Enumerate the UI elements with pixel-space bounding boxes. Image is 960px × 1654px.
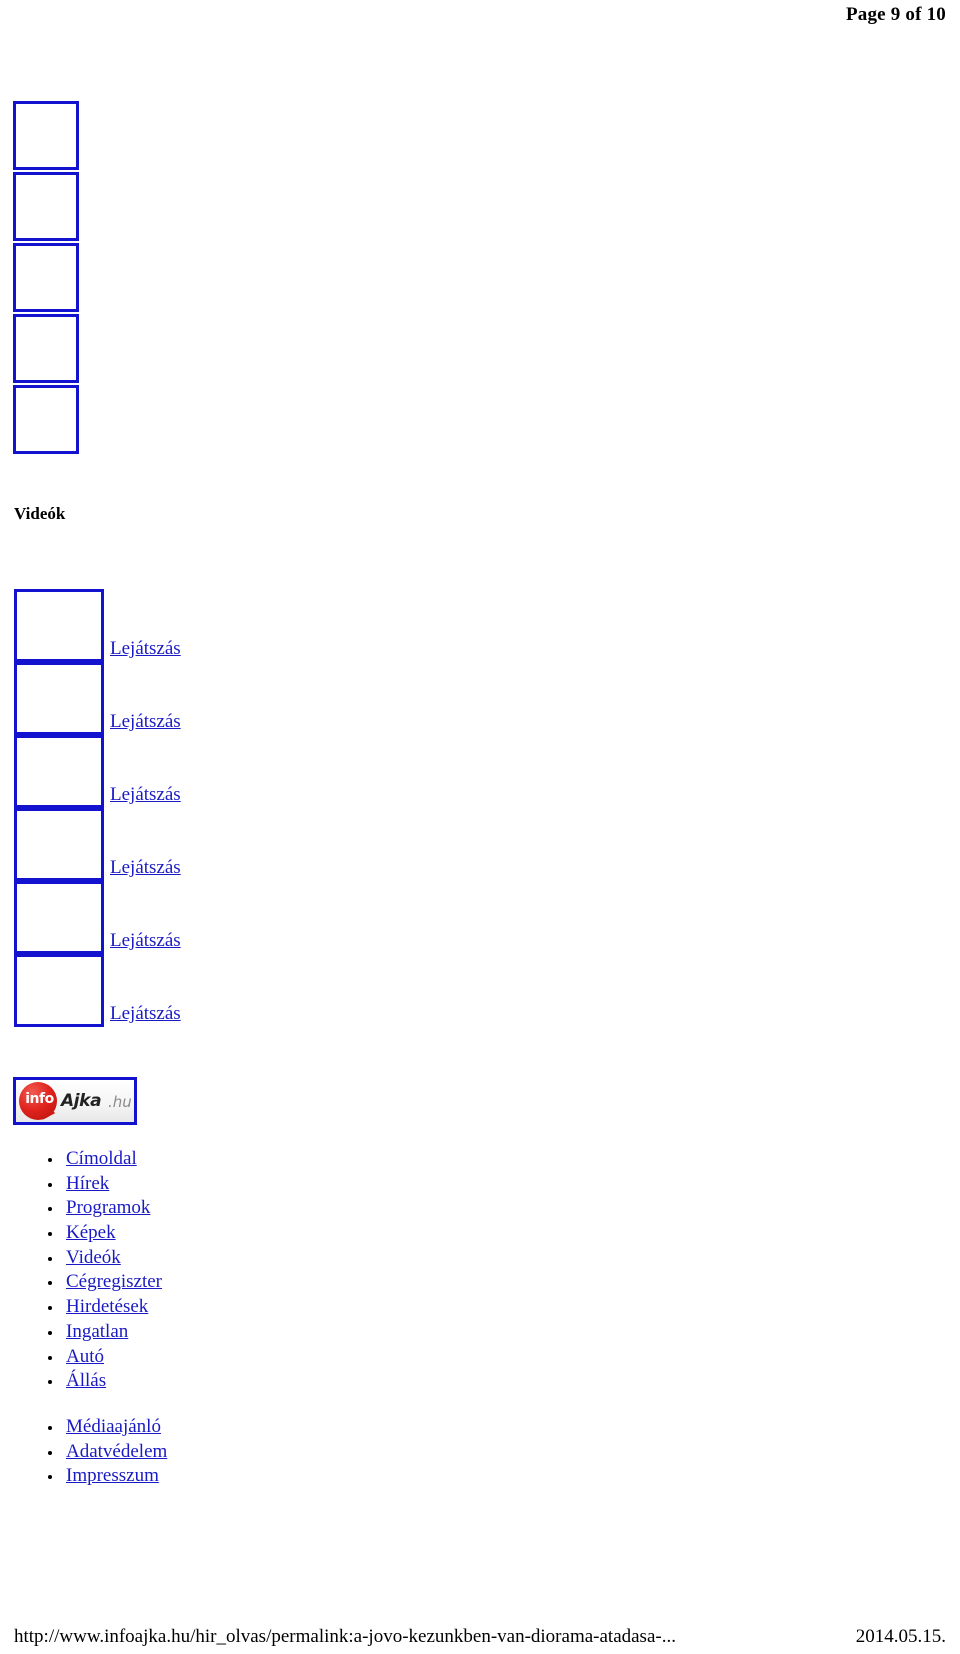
nav-auto[interactable]: Autó — [66, 1346, 104, 1367]
video-thumbnail[interactable] — [14, 954, 104, 1027]
video-play-link[interactable]: Lejátszás — [110, 930, 181, 952]
nav-impresszum[interactable]: Impresszum — [66, 1465, 159, 1486]
video-thumbnail[interactable] — [14, 662, 104, 735]
footer-print-date: 2014.05.15. — [855, 1626, 946, 1647]
primary-navigation: Címoldal Hírek Programok Képek Videók Cégregi… — [48, 1147, 162, 1394]
nav-hirdetesek[interactable]: Hirdetések — [66, 1296, 148, 1317]
logo-tld-text: .hu — [108, 1093, 132, 1111]
news-photo-thumbnail[interactable] — [13, 385, 79, 454]
videos-section-heading: Videók — [14, 504, 66, 523]
nav-videok-item: Videók — [48, 1246, 162, 1271]
video-thumbnail[interactable] — [14, 589, 104, 662]
video-list-item: Lejátszás — [14, 954, 314, 1027]
news-photo-thumbnail[interactable] — [13, 314, 79, 383]
nav-adatvedelem-item: Adatvédelem — [48, 1440, 167, 1465]
video-list: Lejátszás Lejátszás Lejátszás Lejátszás Lejá… — [14, 589, 314, 1027]
video-play-link[interactable]: Lejátszás — [110, 1003, 181, 1025]
video-play-link[interactable]: Lejátszás — [110, 784, 181, 806]
nav-ingatlan-item: Ingatlan — [48, 1320, 162, 1345]
page-indicator: Page 9 of 10 — [845, 4, 946, 25]
page-footer: http://www.infoajka.hu/hir_olvas/permali… — [0, 1626, 960, 1648]
news-photo-thumbnail[interactable] — [13, 101, 79, 170]
logo-info-text: info — [25, 1091, 54, 1107]
video-list-item: Lejátszás — [14, 589, 314, 662]
video-list-item: Lejátszás — [14, 735, 314, 808]
nav-cimoldal[interactable]: Címoldal — [66, 1148, 137, 1169]
nav-mediaajanlo-item: Médiaajánló — [48, 1415, 167, 1440]
nav-impresszum-item: Impresszum — [48, 1464, 167, 1489]
video-play-link[interactable]: Lejátszás — [110, 711, 181, 733]
nav-hirek-item: Hírek — [48, 1172, 162, 1197]
video-thumbnail[interactable] — [14, 881, 104, 954]
video-thumbnail[interactable] — [14, 735, 104, 808]
nav-mediaajanlo[interactable]: Médiaajánló — [66, 1416, 161, 1437]
video-list-item: Lejátszás — [14, 808, 314, 881]
nav-hirdetesek-item: Hirdetések — [48, 1295, 162, 1320]
nav-kepek-item: Képek — [48, 1221, 162, 1246]
nav-auto-item: Autó — [48, 1345, 162, 1370]
nav-programok-item: Programok — [48, 1196, 162, 1221]
nav-cegregiszter[interactable]: Cégregiszter — [66, 1271, 162, 1292]
nav-adatvedelem[interactable]: Adatvédelem — [66, 1441, 167, 1462]
nav-videok[interactable]: Videók — [66, 1247, 121, 1268]
video-play-link[interactable]: Lejátszás — [110, 638, 181, 660]
news-photo-thumbnail[interactable] — [13, 243, 79, 312]
nav-allas[interactable]: Állás — [66, 1370, 106, 1391]
nav-cegregiszter-item: Cégregiszter — [48, 1270, 162, 1295]
nav-hirek[interactable]: Hírek — [66, 1173, 109, 1194]
footer-source-url: http://www.infoajka.hu/hir_olvas/permali… — [14, 1626, 676, 1647]
nav-kepek[interactable]: Képek — [66, 1222, 116, 1243]
secondary-navigation: Médiaajánló Adatvédelem Impresszum — [48, 1415, 167, 1489]
video-list-item: Lejátszás — [14, 662, 314, 735]
nav-programok[interactable]: Programok — [66, 1197, 150, 1218]
news-photo-thumbnail[interactable] — [13, 172, 79, 241]
news-photo-thumbnail-strip — [13, 101, 79, 456]
video-thumbnail[interactable] — [14, 808, 104, 881]
video-list-item: Lejátszás — [14, 881, 314, 954]
video-play-link[interactable]: Lejátszás — [110, 857, 181, 879]
nav-cimoldal-item: Címoldal — [48, 1147, 162, 1172]
logo-site-text: Ajka — [61, 1091, 102, 1111]
infoajka-logo[interactable]: info Ajka .hu — [13, 1077, 137, 1125]
nav-allas-item: Állás — [48, 1369, 162, 1394]
nav-ingatlan[interactable]: Ingatlan — [66, 1321, 128, 1342]
